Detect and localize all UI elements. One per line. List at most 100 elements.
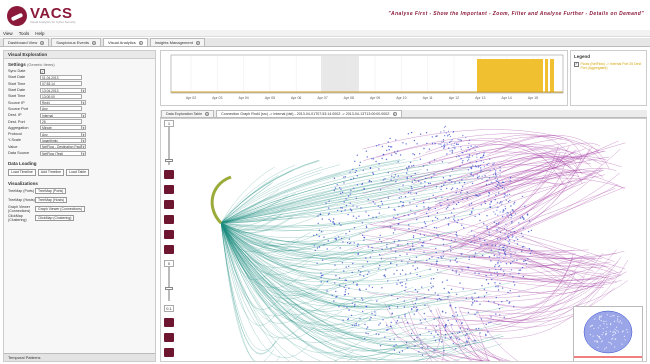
graph-node: [416, 336, 418, 339]
legend-checkbox[interactable]: ✓: [574, 62, 579, 67]
edge-slider-track[interactable]: [168, 267, 170, 301]
graph-node: [348, 238, 351, 240]
close-icon[interactable]: ×: [40, 40, 45, 45]
add-timeline-button[interactable]: Add Timeline: [37, 169, 65, 176]
chevron-down-icon[interactable]: ▾: [82, 112, 86, 118]
graph-node: [470, 241, 472, 243]
field-input[interactable]: 13:00:00: [40, 93, 82, 99]
graph-node: [497, 178, 499, 180]
close-icon[interactable]: ×: [195, 40, 200, 45]
graph-node: [429, 239, 432, 241]
export-button[interactable]: [164, 318, 174, 327]
graph-node: [401, 260, 403, 262]
graph-node: [441, 185, 443, 188]
chevron-down-icon[interactable]: ▾: [82, 125, 86, 131]
graph-viewer-button[interactable]: Graph Viewer (Connections): [35, 205, 86, 213]
timeline-chart[interactable]: Apr 02 Apr 03 Apr 04 Apr 05 Apr 06 Apr 07 Apr …: [160, 50, 568, 106]
edge-slider-thumb[interactable]: [165, 287, 173, 290]
treemap-hosts-button[interactable]: TreeMap (Hosts): [35, 196, 68, 204]
field-input[interactable]: 07:53:14: [40, 81, 82, 87]
chevron-down-icon[interactable]: ▾: [82, 137, 86, 143]
graph-node: [402, 184, 404, 186]
field-input[interactable]: Any: [40, 106, 82, 112]
tab-connection-graph[interactable]: Connection Graph Rnd4 (src) -> Internal …: [216, 110, 402, 117]
graph-node: [480, 244, 482, 246]
connection-graph-view[interactable]: 1 0 0.1: [160, 118, 647, 362]
chevron-down-icon[interactable]: ▾: [82, 87, 86, 93]
minimap-node: [618, 321, 620, 323]
field-input[interactable]: 01.04.2013: [40, 74, 82, 80]
field-select[interactable]: Internal: [40, 112, 82, 118]
field-select[interactable]: 13.04.2013: [40, 87, 82, 93]
menu-view[interactable]: View: [3, 31, 13, 36]
tab-visual-analytics[interactable]: Visual Analytics ×: [102, 38, 148, 46]
load-table-button[interactable]: Load Table: [66, 169, 90, 176]
graph-node: [384, 336, 386, 338]
treemap-ports-button[interactable]: TreeMap (Ports): [35, 187, 67, 195]
field-select[interactable]: Rnd4: [40, 100, 82, 106]
graph-node: [352, 168, 354, 171]
select-tool-button[interactable]: [164, 170, 174, 179]
graph-node: [490, 201, 492, 203]
graph-node: [474, 165, 477, 167]
load-timeline-button[interactable]: Load Timeline: [8, 169, 36, 176]
graph-node: [356, 154, 358, 156]
graph-node: [455, 233, 457, 236]
graph-node: [362, 299, 364, 301]
menu-help[interactable]: Help: [35, 31, 44, 36]
graph-node: [416, 205, 418, 207]
graph-node: [424, 318, 426, 320]
clickmap-button[interactable]: ClickMap (Clustering): [35, 214, 75, 222]
tab-data-exploration-table[interactable]: Data Exploration Table ×: [161, 110, 215, 117]
graph-node: [348, 230, 351, 232]
chevron-down-icon[interactable]: ▾: [82, 131, 86, 137]
temporal-patterns-bar[interactable]: Temporal Patterns: [4, 353, 155, 361]
close-icon[interactable]: ×: [138, 40, 143, 45]
zoom-slider-thumb[interactable]: [165, 159, 173, 162]
close-icon[interactable]: ×: [91, 40, 96, 45]
graph-node: [502, 274, 505, 276]
graph-node: [349, 202, 351, 204]
settings-button[interactable]: [164, 333, 174, 342]
graph-node: [345, 198, 347, 200]
field-select[interactable]: Minute: [40, 125, 82, 131]
graph-node: [507, 216, 510, 218]
field-select[interactable]: Any: [40, 131, 82, 137]
close-icon[interactable]: ×: [392, 112, 397, 116]
field-select[interactable]: NetFlow (Test): [40, 150, 82, 156]
info-button[interactable]: [164, 348, 174, 357]
graph-minimap[interactable]: [573, 306, 643, 361]
source-node-arc: [210, 175, 232, 225]
graph-node: [348, 242, 351, 245]
graph-node: [525, 263, 528, 265]
tab-suspicious-events[interactable]: Suspicious Events ×: [51, 38, 101, 46]
graph-node: [365, 332, 367, 334]
close-icon[interactable]: ×: [205, 112, 210, 116]
sync-date-checkbox[interactable]: ✓: [40, 68, 45, 74]
layout-button[interactable]: [164, 245, 174, 254]
chevron-down-icon[interactable]: ▾: [82, 150, 86, 156]
graph-node: [340, 210, 343, 213]
graph-edge: [483, 186, 626, 244]
chevron-down-icon[interactable]: ▾: [82, 144, 86, 150]
chevron-down-icon[interactable]: ▾: [82, 100, 86, 106]
field-select[interactable]: logarithmic: [40, 137, 82, 143]
zoom-in-button[interactable]: [164, 200, 174, 209]
minimap-node: [589, 334, 591, 336]
menu-tools[interactable]: Tools: [19, 31, 30, 36]
timeline-bars: [477, 59, 554, 92]
graph-node: [458, 331, 461, 333]
graph-node: [507, 212, 509, 214]
graph-node: [496, 180, 498, 183]
graph-node: [409, 202, 411, 204]
graph-node: [345, 204, 348, 207]
legend-item[interactable]: ✓ Flows (NetFlow) -> Internal Port 25 De…: [574, 62, 643, 70]
pan-tool-button[interactable]: [164, 185, 174, 194]
zoom-out-button[interactable]: [164, 215, 174, 224]
fit-view-button[interactable]: [164, 230, 174, 239]
graph-node: [339, 247, 341, 249]
field-select[interactable]: NetFlow - Destination Packets: [40, 144, 82, 150]
tab-insights-management[interactable]: Insights Management ×: [149, 38, 205, 46]
field-input[interactable]: 25: [40, 119, 82, 125]
tab-dashboard-view[interactable]: Dashboard View ×: [3, 38, 50, 46]
